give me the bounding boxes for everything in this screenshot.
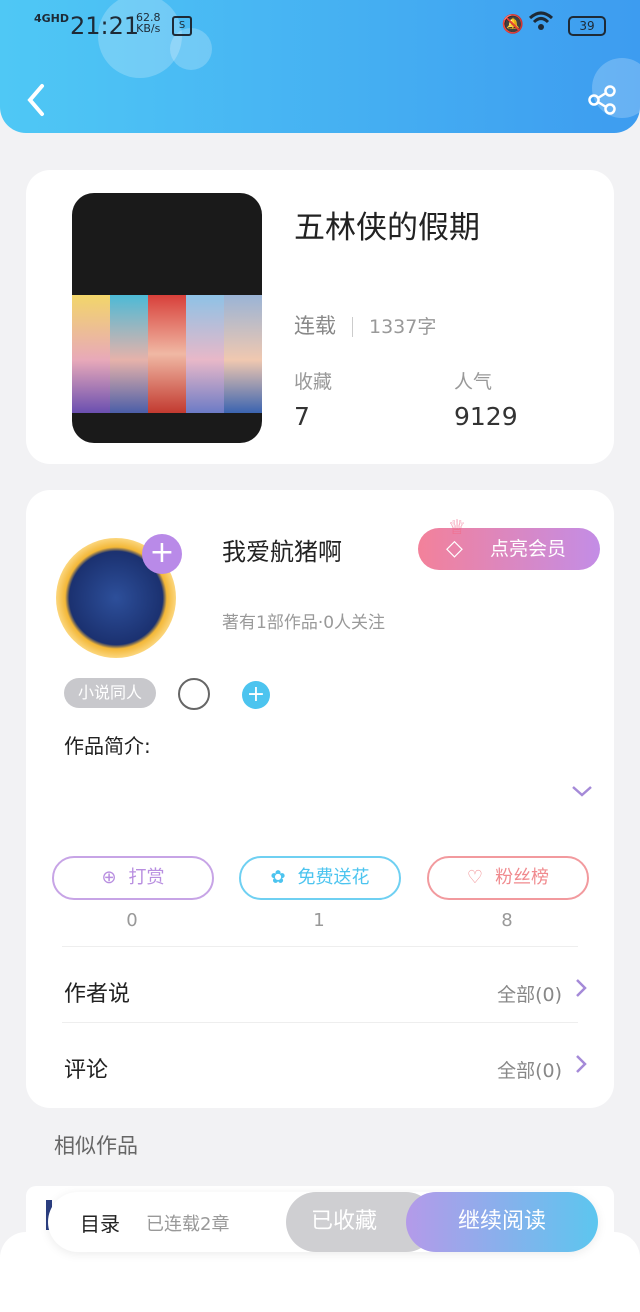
author-says-all[interactable]: 全部(0) bbox=[497, 980, 562, 1007]
divider bbox=[62, 946, 578, 947]
word-count: 1337字 bbox=[369, 316, 437, 338]
book-cover[interactable] bbox=[72, 193, 262, 443]
battery-icon: 39 bbox=[568, 16, 606, 36]
continue-reading-button[interactable]: 继续阅读 bbox=[406, 1192, 598, 1252]
status-bar: 4GHD 21:21 62.8 KB/s S 🔕 39 bbox=[34, 8, 606, 44]
comments-label[interactable]: 评论 bbox=[64, 1052, 108, 1084]
fan-ranking-label: 粉丝榜 bbox=[495, 867, 550, 888]
genre-tag[interactable]: 小说同人 bbox=[64, 678, 157, 708]
cover-character bbox=[72, 295, 110, 413]
vip-button[interactable]: ♕ ◇ 点亮会员 bbox=[418, 515, 600, 570]
tip-label: 打赏 bbox=[128, 867, 165, 888]
add-tag-button[interactable]: + bbox=[242, 681, 270, 709]
toc-button[interactable]: 目录 bbox=[80, 1208, 120, 1237]
tip-button[interactable]: ⊕ 打赏 bbox=[52, 856, 214, 900]
book-status-row: 连载 1337字 bbox=[294, 310, 436, 340]
bottom-action-bar: 目录 已连载2章 已收藏 继续阅读 bbox=[48, 1192, 598, 1252]
vip-label: 点亮会员 bbox=[490, 538, 567, 560]
cover-character bbox=[224, 295, 262, 413]
favorites-value: 7 bbox=[294, 402, 310, 431]
fan-count: 8 bbox=[501, 910, 513, 931]
network-speed: 62.8 KB/s bbox=[136, 12, 161, 34]
cover-art bbox=[72, 295, 262, 413]
chevron-right-icon[interactable] bbox=[574, 1053, 588, 1081]
popularity-value: 9129 bbox=[454, 402, 518, 431]
wifi-icon bbox=[528, 10, 554, 37]
continue-reading-label: 继续阅读 bbox=[457, 1209, 546, 1234]
yen-icon: ⊕ bbox=[101, 867, 117, 888]
favorites-label: 收藏 bbox=[294, 371, 333, 393]
chevron-right-icon[interactable] bbox=[574, 977, 588, 1005]
diamond-icon: ◇ bbox=[446, 536, 463, 561]
serial-status: 连载 bbox=[294, 314, 336, 338]
user-heart-icon: ♡ bbox=[466, 867, 484, 888]
chapter-count: 已连载2章 bbox=[146, 1214, 230, 1235]
favorited-label: 已收藏 bbox=[310, 1209, 377, 1234]
book-info-card: 五林侠的假期 连载 1337字 收藏 7 人气 9129 bbox=[26, 170, 614, 464]
share-icon bbox=[588, 85, 616, 115]
share-button[interactable] bbox=[586, 84, 618, 116]
author-meta: 著有1部作品·0人关注 bbox=[222, 613, 386, 633]
cover-character bbox=[110, 295, 148, 413]
cover-character bbox=[186, 295, 224, 413]
similar-works-heading: 相似作品 bbox=[54, 1134, 138, 1158]
chevron-left-icon bbox=[27, 84, 44, 116]
popularity-label: 人气 bbox=[454, 371, 493, 393]
tip-count: 0 bbox=[126, 910, 138, 931]
comments-all[interactable]: 全部(0) bbox=[497, 1056, 562, 1083]
send-flower-button[interactable]: ✿ 免费送花 bbox=[239, 856, 401, 900]
author-card: + 我爱航猪啊 ♕ ◇ 点亮会员 著有1部作品·0人关注 小说同人 + 作品简介… bbox=[26, 490, 614, 1108]
flower-count: 1 bbox=[313, 910, 325, 931]
divider bbox=[62, 1022, 578, 1023]
expand-chevron-icon[interactable] bbox=[570, 780, 594, 805]
author-says-label[interactable]: 作者说 bbox=[64, 976, 130, 1008]
speed-unit: KB/s bbox=[136, 22, 161, 35]
send-flower-label: 免费送花 bbox=[297, 867, 370, 888]
flower-icon: ✿ bbox=[270, 867, 286, 888]
signal-icon: 4GHD bbox=[34, 12, 70, 25]
divider bbox=[352, 317, 353, 337]
back-button[interactable] bbox=[22, 80, 52, 120]
cover-character bbox=[148, 295, 186, 413]
header-bar: 4GHD 21:21 62.8 KB/s S 🔕 39 bbox=[0, 0, 640, 133]
bell-off-icon: 🔕 bbox=[501, 14, 524, 35]
clock: 21:21 bbox=[70, 12, 140, 40]
book-title: 五林侠的假期 bbox=[294, 210, 480, 246]
circle-tag-placeholder[interactable] bbox=[178, 678, 210, 710]
sim-icon: S bbox=[172, 16, 192, 36]
author-name[interactable]: 我爱航猪啊 bbox=[222, 532, 342, 567]
intro-label: 作品简介: bbox=[64, 734, 151, 758]
follow-plus-icon[interactable]: + bbox=[142, 534, 182, 574]
fan-ranking-button[interactable]: ♡ 粉丝榜 bbox=[427, 856, 589, 900]
